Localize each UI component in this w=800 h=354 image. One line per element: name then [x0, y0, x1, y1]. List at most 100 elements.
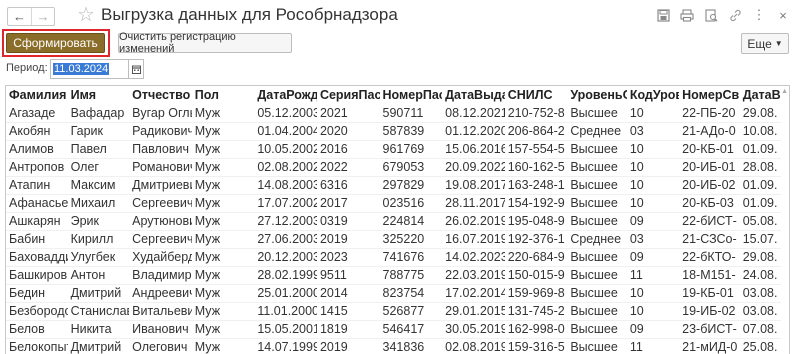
close-icon[interactable]: × — [772, 6, 794, 24]
preview-icon[interactable] — [700, 6, 722, 24]
column-header[interactable]: ДатаВыдачи — [442, 86, 505, 104]
table-cell: Олег — [67, 158, 130, 177]
more-menu-icon[interactable]: ⋮ — [748, 6, 770, 24]
table-cell: Павел — [67, 140, 130, 159]
chevron-down-icon: ▼ — [774, 39, 783, 48]
table-cell: Никита — [67, 320, 130, 339]
table-cell: Высшее — [567, 284, 627, 303]
column-header[interactable]: УровеньОбразования — [567, 86, 627, 104]
column-header[interactable]: СНИЛС — [505, 86, 568, 104]
table-cell: 15.05.2001 — [254, 320, 317, 339]
column-header[interactable]: Пол — [192, 86, 255, 104]
back-button[interactable]: ← — [8, 8, 31, 25]
table-cell: Станислав — [67, 302, 130, 321]
table-cell: 09 — [626, 320, 680, 339]
table-cell: 587839 — [379, 122, 443, 141]
table-cell: Муж — [191, 176, 255, 195]
table-row[interactable]: Бедин Дмитрий Андреевич Муж 25.01.2000 2014 82… — [6, 284, 786, 303]
table-cell: Высшее — [567, 320, 627, 339]
table-row[interactable]: БашкировАнтонВладимировичМуж28.02.199995… — [6, 266, 786, 285]
table-cell: 2023 — [316, 248, 380, 267]
navigation-buttons: ← → — [7, 7, 55, 26]
table-cell: Муж — [191, 338, 255, 354]
table-cell: 26.02.2019 — [442, 212, 505, 231]
table-cell: 10.05.2002 — [254, 140, 317, 159]
table-cell: 19.08.2017 — [442, 176, 505, 195]
table-cell: 195-048-9 — [504, 212, 568, 231]
print-icon[interactable] — [676, 6, 698, 24]
calendar-button[interactable] — [129, 59, 144, 79]
vertical-scrollbar[interactable]: ▲ — [781, 86, 789, 354]
table-cell: 823754 — [379, 284, 443, 303]
save-icon[interactable] — [652, 6, 674, 24]
table-cell: Бабин — [6, 230, 68, 249]
generate-button[interactable]: Сформировать — [6, 33, 105, 53]
table-cell: 2016 — [316, 140, 380, 159]
table-cell: 02.08.2019 — [442, 338, 505, 354]
table-cell: Радикович — [129, 122, 192, 141]
table-cell: Алимов — [6, 140, 68, 159]
table-cell: Высшее — [567, 212, 627, 231]
table-cell: 10.08. — [739, 122, 786, 141]
scroll-up-icon[interactable]: ▲ — [781, 88, 788, 95]
table-cell: Андреевич — [129, 284, 192, 303]
table-row[interactable]: АшкарянЭрикАрутюновичМуж27.12.2003031922… — [6, 212, 786, 231]
forward-button[interactable]: → — [31, 8, 54, 25]
table-cell: Белов — [6, 320, 68, 339]
table-cell: 16.07.2019 — [442, 230, 505, 249]
column-header[interactable]: СерияПаспорта — [317, 86, 380, 104]
table-cell: 961769 — [379, 140, 443, 159]
students-table: ФамилияИмяОтчествоПолДатаРожденияСерияПа… — [6, 86, 786, 354]
clear-registration-button[interactable]: Очистить регистрацию изменений — [118, 31, 292, 55]
table-cell: 11.01.2000 — [254, 302, 317, 321]
column-header[interactable]: КодУровня — [627, 86, 679, 104]
table-row[interactable]: АтапинМаксимДмитриевичМуж14.08.200363162… — [6, 176, 786, 195]
table-cell: Арутюнович — [129, 212, 192, 231]
table-row[interactable]: Белов Никита Иванович Муж 15.05.2001 1819 5464… — [6, 320, 786, 339]
table-cell: 29.01.2015 — [442, 302, 505, 321]
table-row[interactable]: Акобян Гарик Радикович Муж 01.04.2004 2020 587… — [6, 122, 786, 141]
column-header[interactable]: Фамилия — [6, 86, 68, 104]
table-cell: Муж — [191, 320, 255, 339]
column-header[interactable]: ДатаВыдачи — [740, 86, 786, 104]
column-header[interactable]: Имя — [68, 86, 130, 104]
table-row[interactable]: Бабин Кирилл Сергеевич Муж 27.06.2003 2019 325… — [6, 230, 786, 249]
table-row[interactable]: БелокопытовДмитрийОлеговичМуж14.07.19992… — [6, 338, 786, 354]
link-icon[interactable] — [724, 6, 746, 24]
period-date-input[interactable]: 11.03.2024 — [50, 59, 129, 79]
table-row[interactable]: Антропов Олег Романович Муж 02.08.2002 2022 67… — [6, 158, 786, 177]
table-cell: 22.03.2019 — [442, 266, 505, 285]
table-row[interactable]: БаховаддиУлугбекХудайбердиевичМуж20.12.2… — [6, 248, 786, 267]
table-cell: Вафадар — [67, 104, 130, 123]
column-header[interactable]: Отчество — [129, 86, 192, 104]
table-row[interactable]: БезбородовСтаниславВитальевичМуж11.01.20… — [6, 302, 786, 321]
table-cell: Афанасьев — [6, 194, 68, 213]
table-cell: 15.07. — [739, 230, 786, 249]
table-cell: 10 — [626, 158, 680, 177]
column-header[interactable]: НомерПаспорта — [380, 86, 443, 104]
table-cell: 162-998-0 — [504, 320, 568, 339]
table-row[interactable]: Алимов Павел Павлович Муж 10.05.2002 2016 9617… — [6, 140, 786, 159]
table-row[interactable]: АгазадеВафадарВугар ОглыМуж05.12.2003202… — [6, 104, 786, 123]
table-cell: Дмитриевич — [129, 176, 192, 195]
table-cell: 741676 — [379, 248, 443, 267]
table-cell: 206-864-2 — [504, 122, 568, 141]
table-cell: Высшее — [567, 194, 627, 213]
table-cell: 03.08. — [739, 284, 786, 303]
table-cell: 05.12.2003 — [254, 104, 317, 123]
table-cell: 2014 — [316, 284, 380, 303]
more-button[interactable]: Еще ▼ — [741, 33, 789, 54]
table-cell: Безбородов — [6, 302, 68, 321]
title-bar: ← → ☆ Выгрузка данных для Рособрнадзора … — [0, 0, 800, 30]
table-cell: 526877 — [379, 302, 443, 321]
table-row[interactable]: АфанасьевМихаилСергеевичМуж17.07.2002201… — [6, 194, 786, 213]
table-cell: 22-бИСТ- — [679, 212, 740, 231]
table-cell: 09 — [626, 212, 680, 231]
table-cell: Романович — [129, 158, 192, 177]
favorite-star-icon[interactable]: ☆ — [77, 3, 95, 27]
table-cell: 03 — [626, 230, 680, 249]
column-header[interactable]: ДатаРождения — [254, 86, 317, 104]
column-header[interactable]: НомерСвидетельства — [679, 86, 740, 104]
table-cell: 01.09. — [739, 140, 786, 159]
table-cell: 01.12.2020 — [442, 122, 505, 141]
